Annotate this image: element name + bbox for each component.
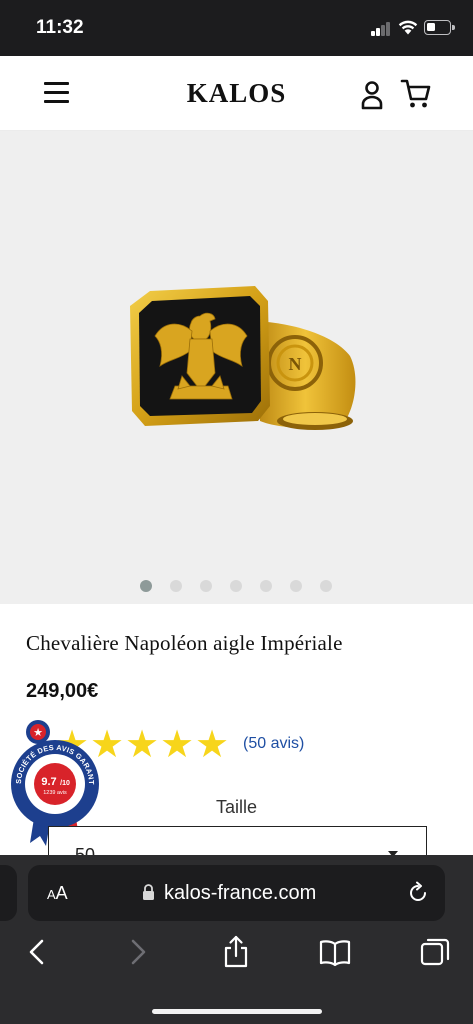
size-label: Taille <box>215 797 258 817</box>
star-icon: ★ <box>125 722 160 766</box>
badge-score: 9.7 <box>41 776 56 788</box>
previous-tab-peek[interactable] <box>0 865 17 921</box>
carousel-dot-4[interactable] <box>230 580 242 592</box>
badge-score-scale: /10 <box>60 780 70 787</box>
product-title: Chevalière Napoléon aigle Impériale <box>26 631 343 655</box>
svg-text:N: N <box>289 354 302 374</box>
battery-cap <box>452 25 455 30</box>
home-indicator <box>152 1009 322 1014</box>
tabs-icon[interactable] <box>418 935 452 969</box>
svg-text:★: ★ <box>33 726 43 739</box>
text-size-button[interactable]: AA <box>47 883 68 904</box>
browser-toolbar: AA kalos-france.com <box>0 855 473 1024</box>
product-price: 249,00€ <box>26 680 99 702</box>
carousel-dot-3[interactable] <box>200 580 212 592</box>
carousel-dot-2[interactable] <box>170 580 182 592</box>
site-header: KALOS <box>0 56 473 131</box>
star-icon: ★ <box>160 722 195 766</box>
status-bar: 11:32 <box>0 0 473 56</box>
status-time: 11:32 <box>36 17 84 38</box>
bookmarks-icon[interactable] <box>318 935 352 969</box>
carousel-dot-1[interactable] <box>140 580 152 592</box>
lock-icon <box>143 884 154 900</box>
product-ring-image: N <box>130 286 356 430</box>
address-bar[interactable]: AA kalos-france.com <box>28 865 445 921</box>
wifi-icon <box>398 20 418 35</box>
share-icon[interactable] <box>219 935 253 969</box>
badge-review-count: 1239 avis <box>43 790 67 796</box>
carousel-dot-5[interactable] <box>260 580 272 592</box>
reload-icon[interactable] <box>406 881 430 905</box>
product-image-gallery[interactable]: N <box>0 131 473 604</box>
star-icon: ★ <box>195 722 230 766</box>
carousel-dots <box>0 580 473 594</box>
carousel-dot-7[interactable] <box>320 580 332 592</box>
account-icon[interactable] <box>359 80 385 110</box>
carousel-dot-6[interactable] <box>290 580 302 592</box>
url-text[interactable]: kalos-france.com <box>164 882 316 905</box>
reviews-count-link[interactable]: (50 avis) <box>243 735 304 753</box>
cart-icon[interactable] <box>400 78 432 110</box>
forward-arrow-icon[interactable] <box>121 935 155 969</box>
back-arrow-icon[interactable] <box>20 935 54 969</box>
battery-icon <box>424 20 451 35</box>
cellular-signal-icon <box>371 22 391 36</box>
